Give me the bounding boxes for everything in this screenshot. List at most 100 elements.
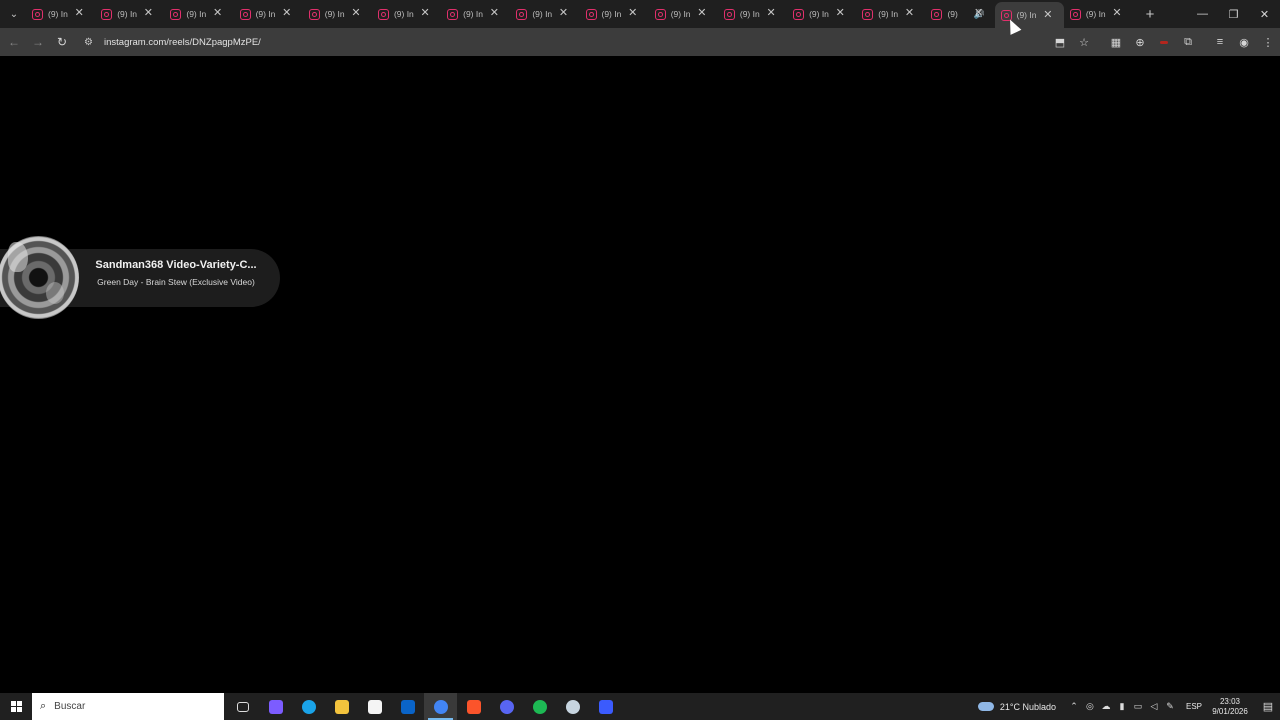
tab-search-button[interactable]: ⌄ xyxy=(2,2,26,26)
tab-close-icon[interactable]: ✕ xyxy=(627,7,639,19)
browser-tab[interactable]: (9) In ✕ xyxy=(580,0,649,28)
taskbar-app-copilot[interactable] xyxy=(259,693,292,720)
browser-tab[interactable]: (9) In ✕ xyxy=(441,0,510,28)
forward-button[interactable]: → xyxy=(26,30,50,54)
taskbar-app-spotify[interactable] xyxy=(523,693,556,720)
url-text[interactable]: instagram.com/reels/DNZpagpMzPE/ xyxy=(104,37,261,48)
back-button[interactable]: ← xyxy=(2,30,26,54)
search-icon: ⌕ xyxy=(40,700,47,712)
close-window-button[interactable]: ✕ xyxy=(1249,0,1280,28)
profile-button[interactable]: ◉ xyxy=(1232,30,1256,54)
browser-tab[interactable]: (9) In ✕ xyxy=(95,0,164,28)
tab-title: (9) In xyxy=(186,9,207,19)
minimize-button[interactable]: — xyxy=(1187,0,1218,28)
tab-title: (9) In xyxy=(117,9,138,19)
tab-title: (9) In xyxy=(532,9,553,19)
browser-tab[interactable]: (9) In ✕ xyxy=(372,0,441,28)
instagram-favicon-icon xyxy=(931,8,943,20)
instagram-favicon-icon xyxy=(654,8,666,20)
chevron-up-icon[interactable]: ⌃ xyxy=(1066,701,1082,712)
browser-tab[interactable]: (9) In ✕ xyxy=(649,0,718,28)
taskbar-app-discord[interactable] xyxy=(490,693,523,720)
extension-button-1[interactable]: ▦ xyxy=(1104,30,1128,54)
taskbar-app-steam[interactable] xyxy=(556,693,589,720)
tab-close-icon[interactable]: ✕ xyxy=(488,7,500,19)
extension-button-3[interactable] xyxy=(1152,30,1176,54)
new-tab-button[interactable]: + xyxy=(1139,3,1161,25)
taskbar-app-outlook[interactable] xyxy=(391,693,424,720)
search-placeholder: Buscar xyxy=(54,701,86,712)
tab-close-icon[interactable]: ✕ xyxy=(73,7,85,19)
taskbar-app-edge[interactable] xyxy=(292,693,325,720)
instagram-favicon-icon xyxy=(862,8,874,20)
tab-close-icon[interactable]: ✕ xyxy=(142,7,154,19)
tab-close-icon[interactable]: ✕ xyxy=(419,7,431,19)
mini-player[interactable]: Sandman368 Video-Variety-C... Green Day … xyxy=(0,236,280,319)
weather-widget[interactable]: 21°C Nublado xyxy=(977,701,1056,712)
taskbar-app-task-view[interactable] xyxy=(226,693,259,720)
site-info-icon[interactable]: ⚙ xyxy=(84,37,98,48)
browser-tab[interactable]: (9) In ✕ xyxy=(787,0,856,28)
tab-close-icon[interactable]: ✕ xyxy=(558,7,570,19)
tab-close-icon[interactable]: ✕ xyxy=(350,7,362,19)
media-controls-button[interactable]: ≡ xyxy=(1208,30,1232,54)
browser-tab[interactable]: (9) In ✕ xyxy=(1064,0,1133,28)
network-icon[interactable]: ▭ xyxy=(1130,701,1146,712)
pen-icon[interactable]: ✎ xyxy=(1162,701,1178,712)
browser-tab[interactable]: (9) In ✕ xyxy=(26,0,95,28)
task-view-icon xyxy=(236,701,249,712)
weather-condition: Nublado xyxy=(1022,701,1056,712)
tray-app-icon[interactable]: ◎ xyxy=(1082,701,1098,712)
start-button[interactable] xyxy=(0,693,32,720)
microphone-icon[interactable]: ▮ xyxy=(1114,701,1130,712)
chrome-icon xyxy=(433,699,448,714)
tab-title: (9) In xyxy=(601,9,622,19)
browser-tab[interactable]: (9) In ✕ xyxy=(510,0,579,28)
cloud-icon xyxy=(977,702,994,711)
tab-close-icon[interactable]: ✕ xyxy=(212,7,224,19)
browser-menu-button[interactable]: ⋮ xyxy=(1256,30,1280,54)
onedrive-icon[interactable]: ☁ xyxy=(1098,701,1114,712)
taskbar-app-brave[interactable] xyxy=(457,693,490,720)
browser-tab[interactable]: (9) In ✕ xyxy=(164,0,233,28)
taskbar-app-file-explorer[interactable] xyxy=(325,693,358,720)
instagram-favicon-icon xyxy=(377,8,389,20)
tab-close-icon[interactable]: ✕ xyxy=(973,7,985,19)
tab-title: (9) In xyxy=(393,9,414,19)
tab-close-icon[interactable]: ✕ xyxy=(281,7,293,19)
system-tray: 21°C Nublado ⌃ ◎ ☁ ▮ ▭ ◁ ✎ ESP 23:03 9/0… xyxy=(977,693,1280,720)
language-indicator[interactable]: ESP xyxy=(1186,702,1202,711)
taskbar-app-microsoft-store[interactable] xyxy=(358,693,391,720)
browser-tab[interactable]: (9) 🔊 ✕ xyxy=(925,0,994,28)
browser-tab[interactable]: (9) In ✕ xyxy=(718,0,787,28)
install-app-button[interactable]: ⬒ xyxy=(1048,30,1072,54)
chevron-down-icon: ⌄ xyxy=(9,8,19,20)
tab-title: (9) In xyxy=(809,9,829,19)
plus-circle-icon: ⊕ xyxy=(1135,36,1145,49)
address-bar[interactable]: ⚙ instagram.com/reels/DNZpagpMzPE/ xyxy=(78,31,1078,53)
pinned-apps xyxy=(226,693,622,720)
mini-player-channel: Sandman368 Video-Variety-C... xyxy=(95,259,257,271)
extensions-menu-button[interactable]: ⧉ xyxy=(1176,30,1200,54)
notification-icon[interactable]: ▤ xyxy=(1256,700,1280,713)
tab-close-icon[interactable]: ✕ xyxy=(696,7,708,19)
browser-tab[interactable]: (9) In ✕ xyxy=(856,0,925,28)
tab-close-icon[interactable]: ✕ xyxy=(765,7,777,19)
browser-tab[interactable]: (9) In ✕ xyxy=(303,0,372,28)
tab-close-icon[interactable]: ✕ xyxy=(1042,9,1054,21)
instagram-favicon-icon xyxy=(793,8,805,20)
bookmark-button[interactable]: ☆ xyxy=(1072,30,1096,54)
tab-close-icon[interactable]: ✕ xyxy=(834,7,846,19)
reload-button[interactable]: ↻ xyxy=(50,30,74,54)
volume-icon[interactable]: ◁ xyxy=(1146,701,1162,712)
taskbar-app-notes-app[interactable] xyxy=(589,693,622,720)
tab-close-icon[interactable]: ✕ xyxy=(903,7,915,19)
taskbar-search[interactable]: ⌕ Buscar xyxy=(32,693,224,720)
restore-button[interactable]: ❐ xyxy=(1218,0,1249,28)
browser-tab[interactable]: (9) In ✕ xyxy=(234,0,303,28)
clock[interactable]: 23:03 9/01/2026 xyxy=(1210,697,1250,717)
extension-button-2[interactable]: ⊕ xyxy=(1128,30,1152,54)
tab-close-icon[interactable]: ✕ xyxy=(1111,7,1123,19)
taskbar-app-chrome[interactable] xyxy=(424,693,457,720)
install-icon: ⬒ xyxy=(1054,36,1066,49)
